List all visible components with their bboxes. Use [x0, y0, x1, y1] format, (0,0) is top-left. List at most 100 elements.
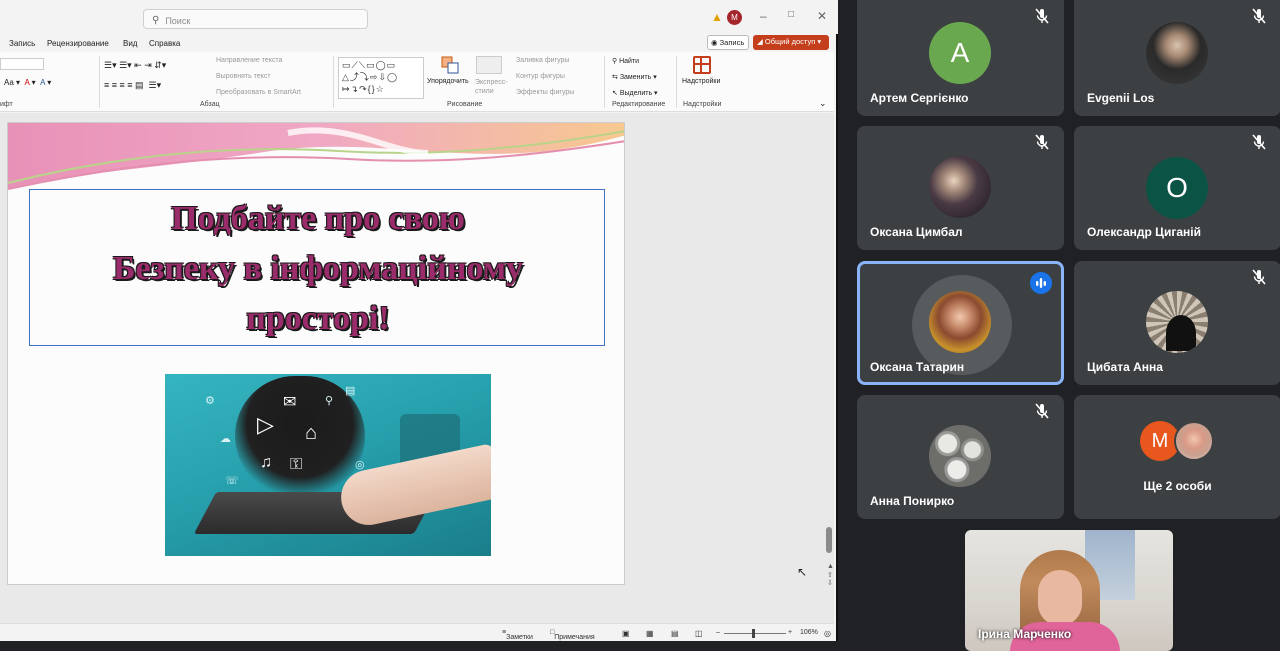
user-avatar[interactable]: M: [727, 10, 742, 25]
participant-name: Оксана Цимбал: [870, 225, 963, 239]
participant-name: Цибата Анна: [1087, 360, 1163, 374]
chart-icon: ▤: [345, 385, 356, 397]
menu-item-help[interactable]: Справка: [149, 39, 180, 48]
shape-outline-button[interactable]: Контур фигуры: [516, 73, 565, 80]
zoom-slider[interactable]: [724, 633, 786, 634]
participant-tile[interactable]: Evgenii Los: [1074, 0, 1280, 116]
record-button-label: Запись: [719, 38, 745, 47]
separator: [676, 56, 677, 108]
quick-styles-icon[interactable]: [476, 56, 502, 74]
more-participants-label: Ще 2 особи: [1143, 479, 1212, 493]
replace-label: Заменить: [619, 74, 652, 81]
prev-slide-icon[interactable]: ⇧: [827, 571, 833, 579]
arrange-icon[interactable]: [441, 56, 459, 74]
align-buttons[interactable]: ≡ ≡ ≡ ≡ ▤ ☰▾: [104, 80, 161, 91]
participant-tile-active[interactable]: Оксана Татарин: [857, 261, 1064, 385]
zoom-slider-thumb[interactable]: [752, 629, 755, 638]
vertical-scrollbar[interactable]: [826, 527, 832, 553]
self-view-tile[interactable]: Ірина Марченко: [965, 530, 1173, 651]
align-text[interactable]: Выровнять текст: [216, 73, 271, 80]
shape-effects-button[interactable]: Эффекты фигуры: [516, 89, 574, 96]
separator: [333, 56, 334, 108]
select-button[interactable]: ↖ Выделить ▾: [612, 89, 658, 97]
arrange-button[interactable]: Упорядочить: [427, 78, 469, 85]
mic-muted-icon: [1252, 269, 1266, 285]
warning-icon[interactable]: ▲: [711, 10, 723, 24]
share-button[interactable]: ◢ Общий доступ ▾: [753, 35, 829, 50]
decorative-wave: [8, 123, 624, 190]
participant-tile[interactable]: Анна Понирко: [857, 395, 1064, 519]
slideshow-icon[interactable]: ◫: [695, 629, 703, 638]
record-button[interactable]: ◉ Запись: [707, 35, 749, 50]
avatar: [1146, 291, 1208, 353]
avatar: [929, 291, 991, 353]
music-icon: ♫: [260, 454, 272, 471]
avatar: A: [929, 22, 991, 84]
menu-item-view[interactable]: Вид: [123, 39, 137, 48]
participant-tile[interactable]: О Олександр Циганій: [1074, 126, 1280, 250]
participant-name: Evgenii Los: [1087, 91, 1155, 105]
group-addins-label: Надстройки: [683, 101, 722, 108]
self-view-name: Ірина Марченко: [978, 627, 1072, 641]
minimize-icon[interactable]: –: [760, 9, 767, 23]
slide-sorter-icon[interactable]: ▦: [646, 629, 654, 638]
slide-title-line-3: просторі!: [246, 300, 390, 337]
mail-icon: ✉: [283, 394, 297, 411]
next-slide-icon[interactable]: ⇩: [827, 579, 833, 587]
participant-name: Оксана Татарин: [870, 360, 965, 374]
slide-picture-laptop[interactable]: ▷ ⌂ ✉ ♫ ⚿ ⚲ ◎ ☁ ⚙ ▤ ☏: [165, 374, 491, 556]
comments-button[interactable]: □ Примечания: [550, 629, 595, 641]
zoom-in-icon[interactable]: +: [788, 629, 792, 636]
replace-button[interactable]: ⇆ Заменить ▾: [612, 73, 657, 81]
settings-icon: ⚙: [205, 395, 215, 407]
slide[interactable]: Подбайте про свою Безпеку в інформаційно…: [7, 122, 625, 585]
font-size-box[interactable]: [0, 58, 44, 70]
search-box[interactable]: ⚲ Поиск: [143, 9, 368, 29]
addins-button[interactable]: Надстройки: [682, 78, 720, 85]
notes-label: Заметки: [506, 634, 533, 641]
participant-tile[interactable]: A Артем Сергієнко: [857, 0, 1064, 116]
participant-tile[interactable]: Оксана Цимбал: [857, 126, 1064, 250]
location-icon: ⚲: [325, 395, 334, 407]
zoom-out-icon[interactable]: –: [716, 629, 720, 636]
shape-fill-button[interactable]: Заливка фигуры: [516, 57, 569, 64]
globe-icon: ◎: [355, 459, 365, 471]
addins-icon[interactable]: [693, 56, 711, 74]
menu-item-record[interactable]: Запись: [9, 39, 35, 48]
font-controls[interactable]: Aa ▾ A ▾ A ▾: [4, 78, 51, 87]
shapes-gallery[interactable]: ▭⟋⟍▭◯▭ △⤴⤵⇨⇩◯ ↦↴↷{}☆: [338, 57, 424, 99]
search-placeholder: Поиск: [165, 15, 191, 26]
status-bar: ≡ Заметки □ Примечания ▣ ▦ ▤ ◫ – + 106% …: [0, 623, 834, 641]
ribbon: Aa ▾ A ▾ A ▾ ифт ☰▾ ☰▾ ⇤ ⇥ ⇵▾ ≡ ≡ ≡ ≡ ▤ …: [0, 52, 834, 112]
powerpoint-window: ⚲ Поиск ▲ M – □ ✕ Запись Рецензирование …: [0, 0, 838, 641]
participant-name: Олександр Циганій: [1087, 225, 1201, 239]
search-icon: ⚲: [152, 15, 160, 26]
scroll-up-icon[interactable]: ▲: [827, 563, 834, 570]
slide-title-box[interactable]: Подбайте про свою Безпеку в інформаційно…: [29, 189, 605, 346]
slide-title-line-2: Безпеку в інформаційному: [113, 250, 523, 287]
mic-muted-icon: [1035, 403, 1049, 419]
home-icon: ⌂: [305, 422, 318, 444]
mic-muted-icon: [1035, 8, 1049, 24]
separator: [604, 56, 605, 108]
fit-window-icon[interactable]: ◎: [824, 629, 831, 638]
zoom-level[interactable]: 106%: [800, 629, 818, 636]
find-button[interactable]: ⚲ Найти: [612, 57, 639, 65]
participant-tile[interactable]: Цибата Анна: [1074, 261, 1280, 385]
mouse-cursor-icon: ↖: [797, 565, 808, 579]
group-editing-label: Редактирование: [612, 101, 666, 108]
notes-button[interactable]: ≡ Заметки: [502, 629, 533, 641]
text-direction[interactable]: Направление текста: [216, 57, 282, 64]
quick-styles-button[interactable]: Экспресс-стили: [475, 78, 509, 96]
maximize-icon[interactable]: □: [788, 9, 794, 20]
menu-item-review[interactable]: Рецензирование: [47, 39, 109, 48]
close-icon[interactable]: ✕: [817, 9, 827, 23]
mic-muted-icon: [1035, 134, 1049, 150]
more-participants-tile[interactable]: M Ще 2 особи: [1074, 395, 1280, 519]
reading-view-icon[interactable]: ▤: [671, 629, 679, 638]
convert-smartart[interactable]: Преобразовать в SmartArt: [216, 89, 301, 96]
mic-muted-icon: [1252, 134, 1266, 150]
normal-view-icon[interactable]: ▣: [622, 629, 630, 638]
list-buttons[interactable]: ☰▾ ☰▾ ⇤ ⇥ ⇵▾: [104, 60, 166, 71]
collapse-ribbon-icon[interactable]: ⌄: [819, 98, 827, 109]
